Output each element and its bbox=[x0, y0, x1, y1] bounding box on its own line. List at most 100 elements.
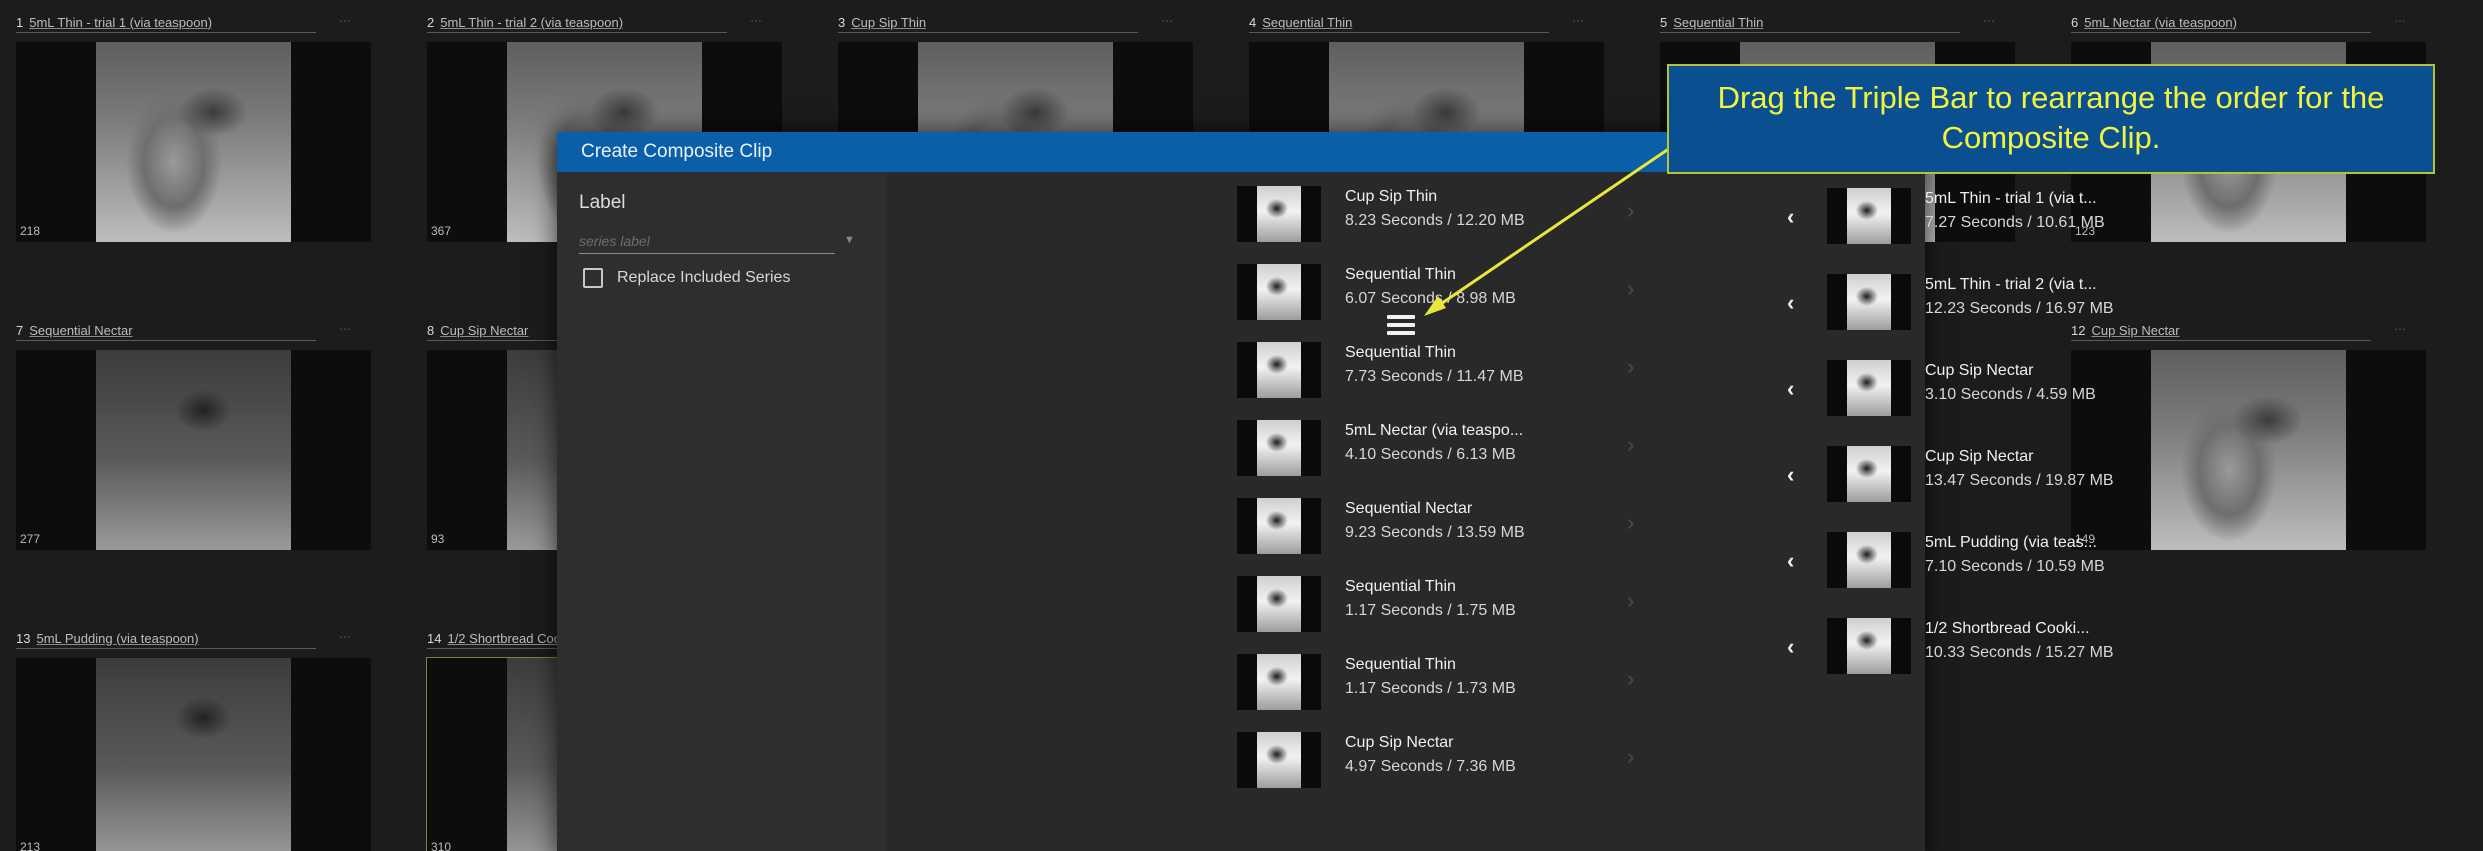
available-series-item[interactable]: Sequential Thin 7.73 Seconds / 11.47 MB › bbox=[1237, 336, 1657, 406]
selected-series-item[interactable]: ‹ Cup Sip Nectar 13.47 Seconds / 19.87 MB bbox=[1787, 440, 2147, 510]
frame-count: 213 bbox=[20, 840, 41, 851]
selected-series-item[interactable]: ‹ 5mL Thin - trial 2 (via t... 12.23 Secon… bbox=[1787, 268, 2147, 338]
series-name: Cup Sip Thin bbox=[1345, 188, 1438, 205]
selected-series-item[interactable]: ‹ 5mL Pudding (via teas... 7.10 Seconds / … bbox=[1787, 526, 2147, 596]
tile-underline bbox=[16, 340, 316, 341]
series-thumbnail[interactable]: 213 bbox=[16, 658, 371, 851]
chevron-right-icon[interactable]: › bbox=[1627, 276, 1634, 302]
tile-underline bbox=[16, 648, 316, 649]
xray-image bbox=[96, 42, 291, 242]
menu-icon[interactable]: ⋯ bbox=[750, 14, 762, 28]
replace-included-series-checkbox[interactable] bbox=[583, 268, 603, 288]
available-series-item[interactable]: Sequential Thin 1.17 Seconds / 1.73 MB › bbox=[1237, 648, 1657, 718]
series-thumbnail bbox=[1827, 532, 1911, 588]
tile-number: 1 bbox=[16, 14, 24, 30]
tile-number: 8 bbox=[427, 322, 435, 338]
tile-title[interactable]: 5mL Pudding (via teaspoon) bbox=[36, 631, 198, 646]
series-tile[interactable]: 13 5mL Pudding (via teaspoon) ⋯ 213 bbox=[16, 626, 371, 851]
series-thumbnail[interactable]: 218 bbox=[16, 42, 371, 242]
create-composite-clip-dialog: Create Composite Clip Label series label… bbox=[557, 132, 2114, 851]
series-thumbnail bbox=[1237, 342, 1321, 398]
tile-title[interactable]: Sequential Thin bbox=[1673, 15, 1763, 30]
tile-number: 14 bbox=[427, 630, 442, 646]
triple-bar-icon[interactable] bbox=[1387, 315, 1415, 337]
chevron-right-icon[interactable]: › bbox=[1627, 510, 1634, 536]
tile-header: 1 5mL Thin - trial 1 (via teaspoon) ⋯ bbox=[16, 10, 371, 34]
tile-underline bbox=[427, 32, 727, 33]
series-name: Sequential Thin bbox=[1345, 656, 1456, 673]
series-name: 5mL Pudding (via teas... bbox=[1925, 534, 2097, 551]
series-info: 6.07 Seconds / 8.98 MB bbox=[1345, 290, 1516, 307]
series-thumbnail bbox=[1827, 446, 1911, 502]
series-info: 1.17 Seconds / 1.75 MB bbox=[1345, 602, 1516, 619]
series-name: Sequential Thin bbox=[1345, 344, 1456, 361]
series-thumbnail bbox=[1827, 274, 1911, 330]
chevron-right-icon[interactable]: › bbox=[1627, 588, 1634, 614]
series-tile[interactable]: 1 5mL Thin - trial 1 (via teaspoon) ⋯ 218 bbox=[16, 10, 371, 242]
tile-header: 7 Sequential Nectar ⋯ bbox=[16, 318, 371, 342]
series-name: Sequential Nectar bbox=[1345, 500, 1473, 517]
frame-count: 93 bbox=[431, 532, 445, 546]
available-series-item[interactable]: Sequential Nectar 9.23 Seconds / 13.59 MB… bbox=[1237, 492, 1657, 562]
chevron-right-icon[interactable]: › bbox=[1627, 432, 1634, 458]
chevron-left-icon[interactable]: ‹ bbox=[1787, 634, 1794, 660]
tile-title[interactable]: 5mL Thin - trial 1 (via teaspoon) bbox=[29, 15, 212, 30]
tile-title[interactable]: Sequential Thin bbox=[1262, 15, 1352, 30]
available-series-item[interactable]: Cup Sip Thin 8.23 Seconds / 12.20 MB › bbox=[1237, 180, 1657, 250]
chevron-left-icon[interactable]: ‹ bbox=[1787, 376, 1794, 402]
tile-title[interactable]: Sequential Nectar bbox=[29, 323, 132, 338]
series-thumbnail[interactable]: 277 bbox=[16, 350, 371, 550]
tile-number: 5 bbox=[1660, 14, 1668, 30]
tile-header: 5 Sequential Thin ⋯ bbox=[1660, 10, 2015, 34]
tile-title[interactable]: 5mL Thin - trial 2 (via teaspoon) bbox=[440, 15, 623, 30]
menu-icon[interactable]: ⋯ bbox=[1983, 14, 1995, 28]
tile-number: 6 bbox=[2071, 14, 2079, 30]
menu-icon[interactable]: ⋯ bbox=[1161, 14, 1173, 28]
selected-series-item[interactable]: ‹ Cup Sip Nectar 3.10 Seconds / 4.59 MB bbox=[1787, 354, 2147, 424]
selected-series-item[interactable]: ‹ 1/2 Shortbread Cooki... 10.33 Seconds / … bbox=[1787, 612, 2147, 682]
available-series-item[interactable]: Sequential Thin 6.07 Seconds / 8.98 MB › bbox=[1237, 258, 1657, 328]
series-label-input[interactable]: series label bbox=[579, 228, 835, 254]
series-info: 4.10 Seconds / 6.13 MB bbox=[1345, 446, 1516, 463]
tile-title[interactable]: 5mL Nectar (via teaspoon) bbox=[2084, 15, 2237, 30]
tile-underline bbox=[1249, 32, 1549, 33]
tile-header: 13 5mL Pudding (via teaspoon) ⋯ bbox=[16, 626, 371, 650]
series-info: 4.97 Seconds / 7.36 MB bbox=[1345, 758, 1516, 775]
chevron-left-icon[interactable]: ‹ bbox=[1787, 290, 1794, 316]
frame-count: 277 bbox=[20, 532, 41, 546]
chevron-right-icon[interactable]: › bbox=[1627, 198, 1634, 224]
selected-series-item[interactable]: ‹ 5mL Thin - trial 1 (via t... 7.27 Second… bbox=[1787, 182, 2147, 252]
tile-title[interactable]: Cup Sip Thin bbox=[851, 15, 926, 30]
menu-icon[interactable]: ⋯ bbox=[1572, 14, 1584, 28]
chevron-right-icon[interactable]: › bbox=[1627, 666, 1634, 692]
tile-underline bbox=[16, 32, 316, 33]
series-name: Cup Sip Nectar bbox=[1925, 448, 2034, 465]
series-thumbnail bbox=[1827, 188, 1911, 244]
available-series-item[interactable]: 5mL Nectar (via teaspo... 4.10 Seconds / … bbox=[1237, 414, 1657, 484]
series-tile[interactable]: 7 Sequential Nectar ⋯ 277 bbox=[16, 318, 371, 550]
menu-icon[interactable]: ⋯ bbox=[339, 14, 351, 28]
tile-title[interactable]: Cup Sip Nectar bbox=[440, 323, 528, 338]
chevron-left-icon[interactable]: ‹ bbox=[1787, 462, 1794, 488]
series-name: 5mL Nectar (via teaspo... bbox=[1345, 422, 1524, 439]
label-heading: Label bbox=[579, 192, 626, 213]
series-info: 13.47 Seconds / 19.87 MB bbox=[1925, 472, 2114, 489]
label-panel: Label series label ▼ Replace Included Se… bbox=[557, 172, 887, 851]
tile-number: 3 bbox=[838, 14, 846, 30]
tile-underline bbox=[2071, 340, 2371, 341]
tile-underline bbox=[1660, 32, 1960, 33]
menu-icon[interactable]: ⋯ bbox=[2394, 322, 2406, 336]
series-thumbnail bbox=[1237, 420, 1321, 476]
chevron-left-icon[interactable]: ‹ bbox=[1787, 548, 1794, 574]
available-series-item[interactable]: Sequential Thin 1.17 Seconds / 1.75 MB › bbox=[1237, 570, 1657, 640]
menu-icon[interactable]: ⋯ bbox=[339, 630, 351, 644]
chevron-down-icon[interactable]: ▼ bbox=[844, 234, 855, 246]
tile-header: 6 5mL Nectar (via teaspoon) ⋯ bbox=[2071, 10, 2426, 34]
menu-icon[interactable]: ⋯ bbox=[339, 322, 351, 336]
series-info: 7.27 Seconds / 10.61 MB bbox=[1925, 214, 2105, 231]
menu-icon[interactable]: ⋯ bbox=[2394, 14, 2406, 28]
chevron-left-icon[interactable]: ‹ bbox=[1787, 204, 1794, 230]
chevron-right-icon[interactable]: › bbox=[1627, 354, 1634, 380]
chevron-right-icon[interactable]: › bbox=[1627, 744, 1634, 770]
available-series-item[interactable]: Cup Sip Nectar 4.97 Seconds / 7.36 MB › bbox=[1237, 726, 1657, 796]
